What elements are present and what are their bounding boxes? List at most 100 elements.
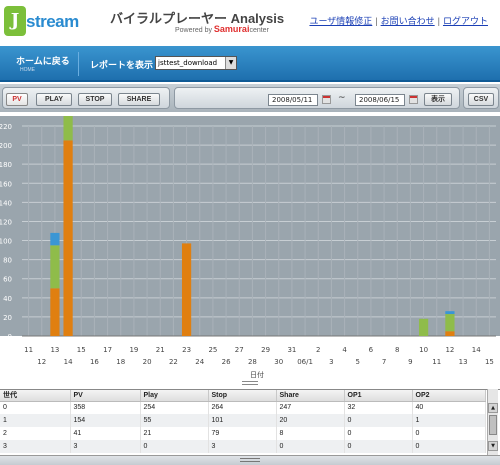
table-cell: 254: [140, 401, 209, 414]
powered-brand: Samurai: [213, 24, 250, 34]
share-button[interactable]: SHARE: [118, 93, 160, 106]
table-cell: 1: [0, 414, 71, 427]
x-tick-label: 5: [356, 358, 360, 366]
x-tick-label: 14: [472, 346, 481, 354]
x-tick-label: 21: [156, 346, 165, 354]
home-label: ホームに戻る: [16, 56, 70, 66]
y-tick-label: 20: [3, 314, 12, 322]
report-select-value: jsttest_download: [158, 59, 218, 67]
report-select[interactable]: jsttest_download ▼: [155, 56, 237, 70]
scroll-up-icon[interactable]: ▲: [488, 403, 498, 413]
date-to-input[interactable]: 2008/06/15: [355, 94, 405, 106]
column-header[interactable]: Play: [140, 390, 209, 402]
powered-suffix: center: [249, 27, 269, 34]
logo-mark: J: [4, 6, 26, 36]
x-tick-label: 15: [77, 346, 86, 354]
y-tick-label: 60: [3, 276, 12, 284]
table-row[interactable]: 1 154 55 101 20 0 1: [0, 414, 486, 427]
x-tick-label: 23: [182, 346, 191, 354]
calendar-icon[interactable]: [409, 95, 418, 104]
column-header[interactable]: Share: [276, 390, 345, 402]
show-button[interactable]: 表示: [424, 93, 452, 106]
x-tick-label: 28: [248, 358, 257, 366]
y-tick-label: 40: [3, 295, 12, 303]
x-tick-label: 14: [64, 358, 73, 366]
table-cell: 247: [276, 401, 345, 414]
date-from-input[interactable]: 2008/05/11: [268, 94, 318, 106]
chevron-down-icon[interactable]: ▼: [225, 57, 236, 69]
calendar-icon[interactable]: [322, 95, 331, 104]
y-tick-label: 180: [0, 161, 12, 169]
powered-prefix: Powered by: [175, 27, 212, 34]
pv-chart: 0204060801001201401601802002201112131415…: [0, 116, 500, 386]
table-cell: 20: [276, 414, 345, 427]
column-header[interactable]: OP2: [412, 390, 486, 402]
bar-segment: [63, 140, 73, 336]
x-tick-label: 10: [419, 346, 428, 354]
logout-link[interactable]: ログアウト: [443, 16, 488, 26]
table-cell: 1: [412, 414, 486, 427]
table-scrollbar[interactable]: ▲ ▼: [487, 389, 498, 455]
x-tick-label: 24: [195, 358, 204, 366]
x-tick-label: 31: [287, 346, 296, 354]
table-row[interactable]: 3 3 0 3 0 0 0: [0, 440, 486, 453]
stop-button[interactable]: STOP: [78, 93, 112, 106]
column-header[interactable]: Stop: [208, 390, 277, 402]
nav-bar: ホームに戻る HOME レポートを表示 jsttest_download ▼: [0, 46, 500, 82]
table-row[interactable]: 2 41 21 79 8 0 0: [0, 427, 486, 440]
plot-area: [22, 124, 496, 336]
x-tick-label: 30: [274, 358, 283, 366]
y-tick-label: 80: [3, 257, 12, 265]
pv-button[interactable]: PV: [6, 93, 28, 106]
column-header[interactable]: OP1: [344, 390, 413, 402]
scroll-thumb[interactable]: [489, 415, 497, 435]
bar-segment: [50, 288, 60, 336]
column-header[interactable]: 世代: [0, 390, 71, 402]
edit-user-link[interactable]: ユーザ情報修正: [309, 16, 372, 26]
resize-grip[interactable]: [240, 458, 260, 462]
table-cell: 154: [70, 414, 141, 427]
x-tick-label: 18: [116, 358, 125, 366]
bar-segment: [50, 245, 60, 289]
table-cell: 0: [140, 440, 209, 453]
table-cell: 0: [344, 440, 413, 453]
logo-text: stream: [26, 12, 79, 31]
table-row[interactable]: 0 358 254 264 247 32 40: [0, 401, 486, 414]
powered-by: Powered by Samuraicenter: [175, 24, 269, 34]
x-tick-label: 16: [90, 358, 99, 366]
x-tick-label: 4: [342, 346, 347, 354]
table-header-row: 世代 PV Play Stop Share OP1 OP2: [0, 390, 486, 402]
jstream-logo[interactable]: J stream: [4, 6, 79, 40]
y-tick-label: 120: [0, 218, 12, 226]
bar-segment: [445, 331, 455, 336]
bottom-bar: [0, 455, 500, 465]
contact-link[interactable]: お問い合わせ: [381, 16, 435, 26]
scroll-down-icon[interactable]: ▼: [488, 441, 498, 451]
table-cell: 79: [208, 427, 277, 440]
header-links: ユーザ情報修正 | お問い合わせ | ログアウト: [309, 16, 488, 26]
app-header: J stream バイラルプレーヤー Analysis Powered by S…: [0, 0, 500, 46]
x-tick-label: 29: [261, 346, 270, 354]
resize-grip[interactable]: [242, 381, 258, 385]
x-tick-label: 12: [445, 346, 454, 354]
play-button[interactable]: PLAY: [36, 93, 72, 106]
bar-segment: [418, 318, 429, 336]
bar-segment: [50, 232, 60, 246]
stats-table: 世代 PV Play Stop Share OP1 OP2 0 358 254 …: [0, 390, 486, 453]
csv-button[interactable]: CSV: [468, 93, 494, 106]
x-tick-label: 12: [37, 358, 46, 366]
report-label: レポートを表示: [90, 60, 154, 70]
home-button[interactable]: ホームに戻る HOME: [16, 54, 70, 73]
x-tick-label: 19: [129, 346, 138, 354]
table-cell: 264: [208, 401, 277, 414]
y-tick-label: 200: [0, 142, 12, 150]
table-cell: 2: [0, 427, 71, 440]
stats-table-container: 世代 PV Play Stop Share OP1 OP2 0 358 254 …: [0, 389, 500, 455]
table-cell: 41: [70, 427, 141, 440]
x-tick-label: 20: [143, 358, 152, 366]
nav-divider: [78, 52, 79, 76]
bar-segment: [445, 311, 455, 315]
table-cell: 3: [0, 440, 71, 453]
table-cell: 21: [140, 427, 209, 440]
column-header[interactable]: PV: [70, 390, 141, 402]
